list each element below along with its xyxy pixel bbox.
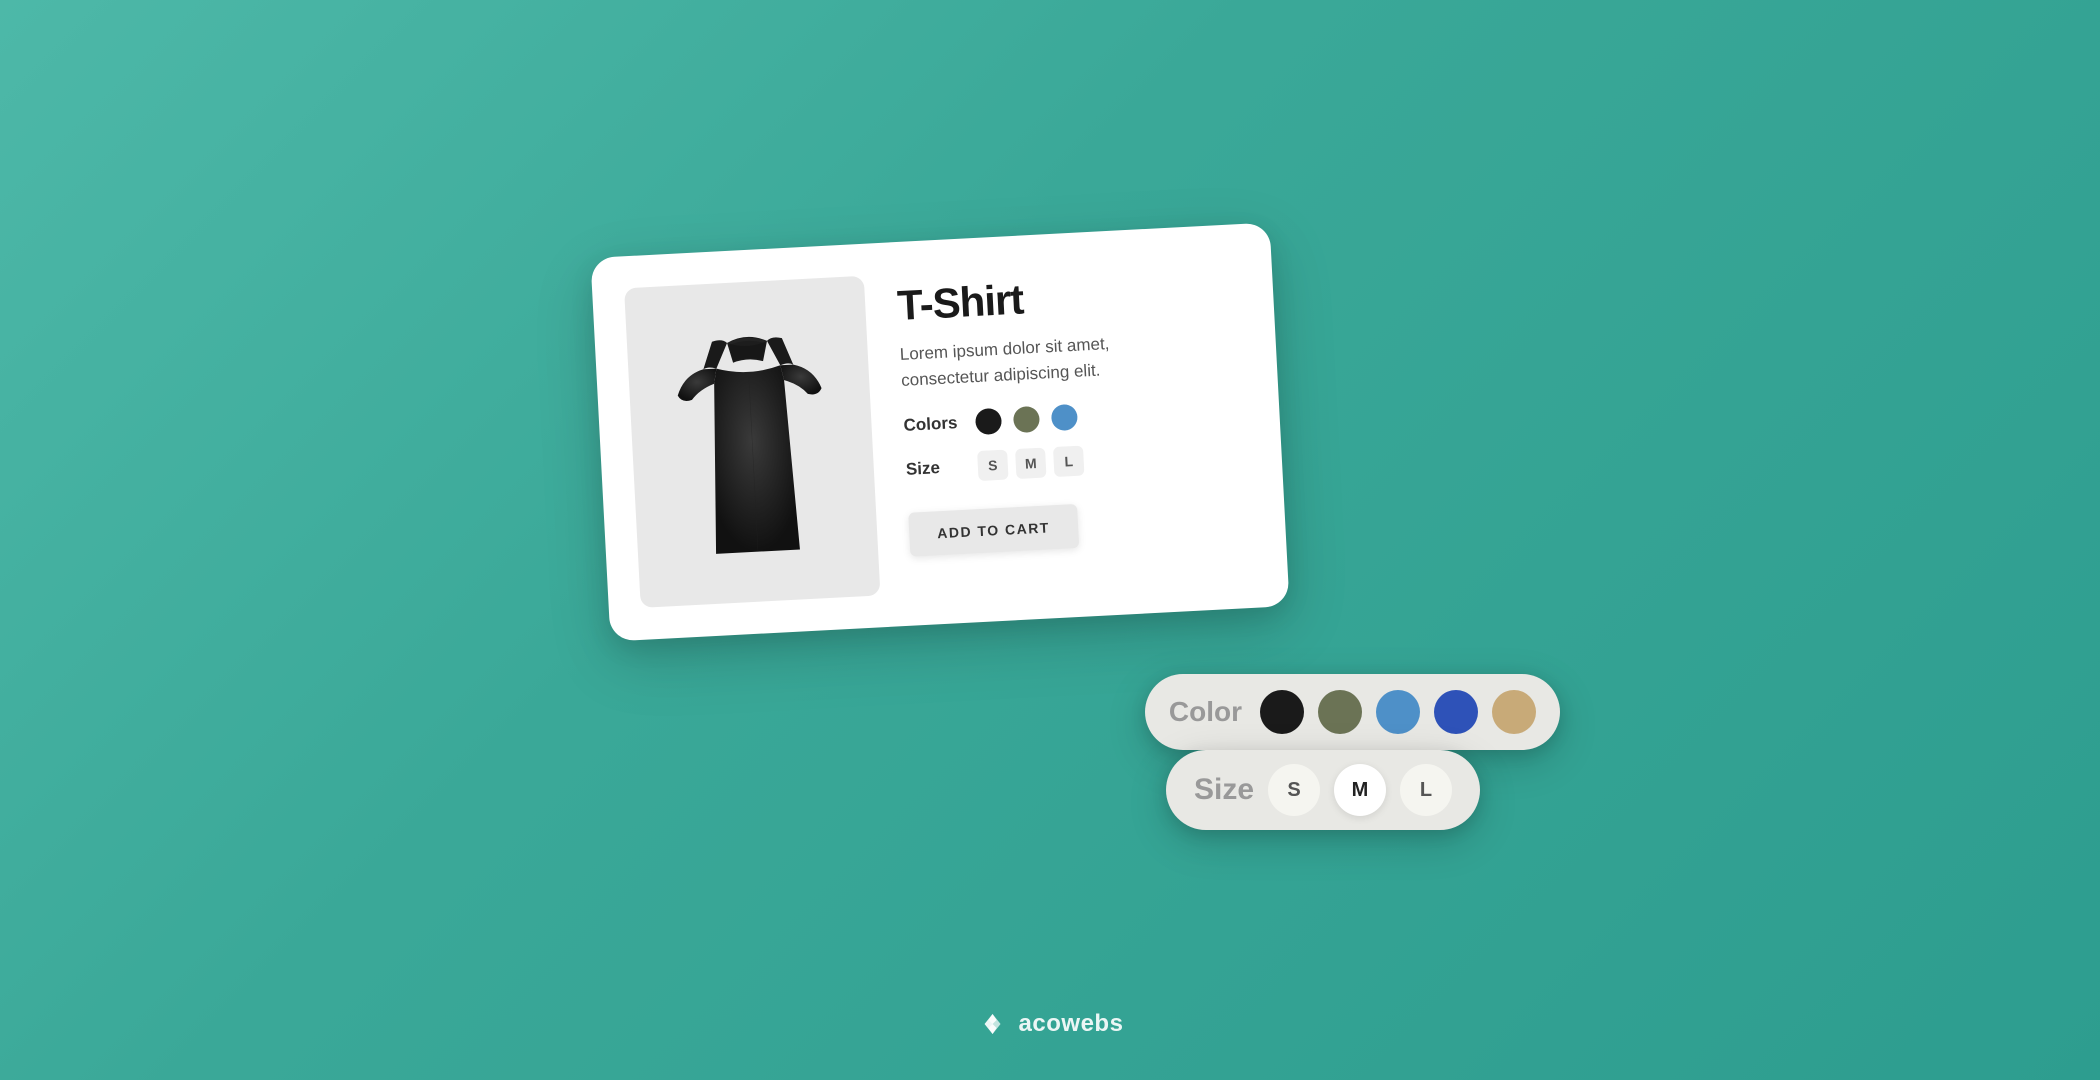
scene: T-Shirt Lorem ipsum dolor sit amet, cons… — [600, 190, 1500, 890]
color-dot-gray[interactable] — [1013, 406, 1040, 433]
acowebs-icon — [977, 1008, 1009, 1040]
size-pill-l[interactable]: L — [1400, 764, 1452, 816]
add-to-cart-button[interactable]: ADD TO CART — [908, 504, 1079, 557]
product-image — [646, 307, 859, 577]
pill-color-steel-blue[interactable] — [1376, 690, 1420, 734]
brand-name: acowebs — [1019, 1010, 1124, 1038]
pill-color-gray[interactable] — [1318, 690, 1362, 734]
size-label: Size — [905, 457, 966, 480]
color-dot-black[interactable] — [975, 408, 1002, 435]
product-image-wrapper — [624, 276, 880, 608]
size-pill: Size S M L — [1166, 750, 1480, 830]
size-pill-label: Size — [1194, 773, 1254, 807]
colors-row: Colors — [903, 395, 1248, 439]
size-option-l[interactable]: L — [1053, 446, 1085, 478]
brand-logo: acowebs — [977, 1008, 1124, 1040]
branding: acowebs — [977, 1008, 1124, 1040]
color-dot-blue[interactable] — [1051, 404, 1078, 431]
product-card: T-Shirt Lorem ipsum dolor sit amet, cons… — [590, 222, 1289, 641]
colors-label: Colors — [903, 413, 964, 436]
product-details: T-Shirt Lorem ipsum dolor sit amet, cons… — [896, 256, 1256, 594]
size-options: S M L — [977, 446, 1084, 482]
pill-color-tan[interactable] — [1492, 690, 1536, 734]
color-pill-label: Color — [1169, 696, 1242, 728]
product-title: T-Shirt — [896, 264, 1242, 330]
size-option-m[interactable]: M — [1015, 448, 1047, 480]
size-pill-m[interactable]: M — [1334, 764, 1386, 816]
product-description: Lorem ipsum dolor sit amet, consectetur … — [899, 328, 1161, 393]
color-pill: Color — [1145, 674, 1560, 750]
size-row: Size S M L — [905, 437, 1250, 485]
size-pill-s[interactable]: S — [1268, 764, 1320, 816]
size-option-s[interactable]: S — [977, 450, 1009, 482]
pill-color-black[interactable] — [1260, 690, 1304, 734]
pill-color-navy[interactable] — [1434, 690, 1478, 734]
